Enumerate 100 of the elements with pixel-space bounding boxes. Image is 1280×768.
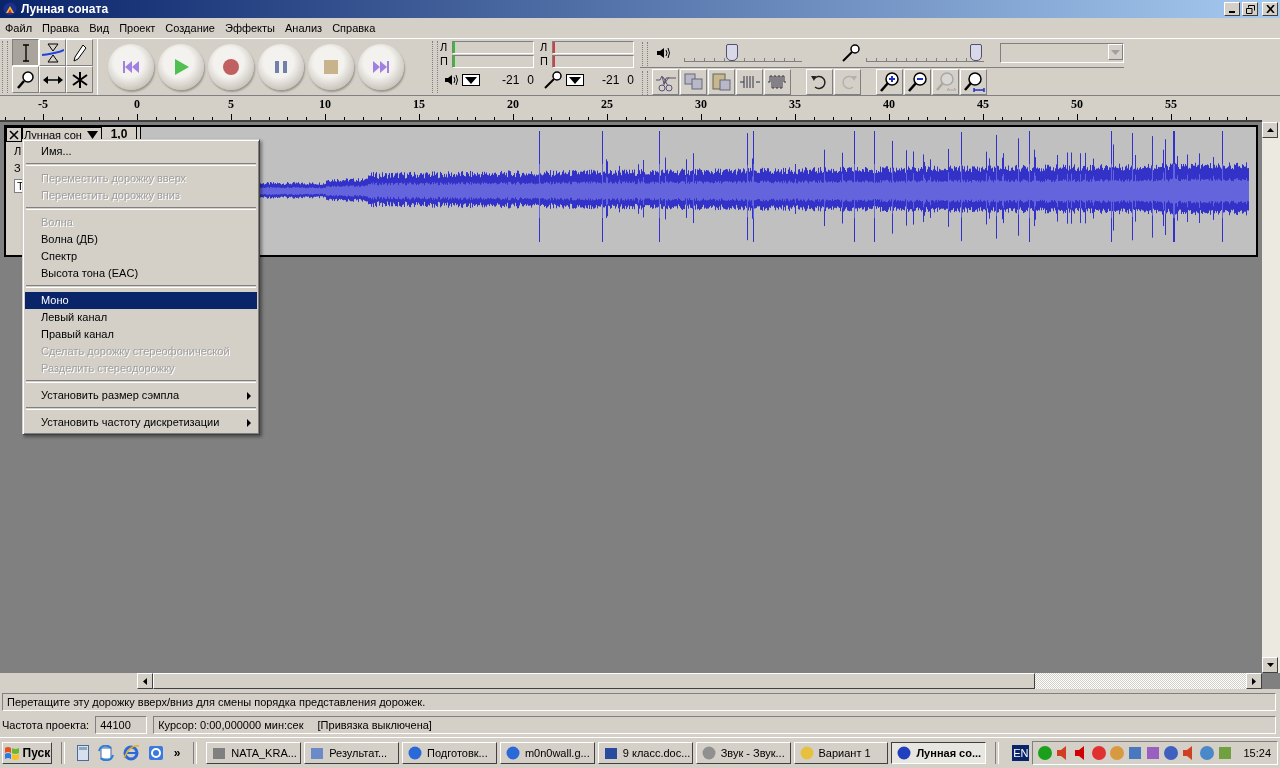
restore-button[interactable] xyxy=(1242,2,1258,16)
meter-menu-button[interactable] xyxy=(566,74,584,86)
scroll-down-icon[interactable] xyxy=(1262,657,1278,673)
envelope-icon xyxy=(41,42,64,63)
silence-button[interactable] xyxy=(736,68,763,95)
more-button[interactable]: » xyxy=(173,746,181,760)
ruler-label: 0 xyxy=(134,97,140,112)
caret-icon xyxy=(465,76,477,84)
pause-icon xyxy=(273,59,289,75)
menu-item[interactable]: Создание xyxy=(160,22,220,34)
taskbar-button[interactable]: m0n0wall.g... xyxy=(499,742,595,764)
draw-tool-button[interactable] xyxy=(66,39,93,66)
pause-button[interactable] xyxy=(258,44,304,90)
zoom-tool-button[interactable] xyxy=(12,66,39,93)
menu-item[interactable]: Спектр xyxy=(25,248,257,265)
copy-button[interactable] xyxy=(680,68,707,95)
caret-icon xyxy=(1111,49,1120,55)
menu-item[interactable]: Высота тона (EAC) xyxy=(25,265,257,282)
channel-label: Л xyxy=(440,41,449,53)
menu-item[interactable]: Эффекты xyxy=(220,22,280,34)
ruler-label: 25 xyxy=(601,97,613,112)
record-icon xyxy=(222,58,240,76)
menu-item[interactable]: Проект xyxy=(114,22,161,34)
play-icon xyxy=(172,58,190,76)
select-tool-button[interactable] xyxy=(12,39,39,66)
zoom-sel-button[interactable] xyxy=(960,68,987,95)
menu-item[interactable]: Справка xyxy=(327,22,381,34)
channel-label: П xyxy=(440,55,449,67)
menu-item[interactable]: Имя... xyxy=(25,143,257,160)
taskbar-button[interactable]: Вариант 1 xyxy=(793,742,889,764)
forward-button[interactable] xyxy=(358,44,404,90)
pencil-icon xyxy=(72,43,87,62)
menu-item[interactable]: Установить частоту дискретизации xyxy=(25,414,257,431)
taskbar-button[interactable]: Результат... xyxy=(304,742,400,764)
ruler-label: -5 xyxy=(38,97,48,112)
ruler-label: 30 xyxy=(695,97,707,112)
record-button[interactable] xyxy=(208,44,254,90)
scroll-thumb[interactable] xyxy=(153,673,1035,689)
copy-icon xyxy=(682,70,705,93)
zoom-in-icon xyxy=(878,70,901,93)
slider-thumb[interactable] xyxy=(726,44,739,61)
taskbar-button[interactable]: Звук - Звук... xyxy=(695,742,791,764)
slider-thumb[interactable] xyxy=(969,44,982,61)
menu-item[interactable]: Моно xyxy=(25,292,257,309)
project-rate-field[interactable]: 44100 xyxy=(95,716,148,734)
meter-menu-button[interactable] xyxy=(462,74,480,86)
language-indicator[interactable]: EN xyxy=(1012,745,1030,761)
microphone-icon xyxy=(842,44,860,62)
magnifier-icon xyxy=(934,70,957,93)
double-arrow-icon xyxy=(42,74,63,85)
wave-button[interactable] xyxy=(764,68,791,95)
taskbar-button[interactable]: NATA_KRA... xyxy=(206,742,302,764)
start-button[interactable]: Пуск xyxy=(2,742,52,764)
meter-scale-label: -21 xyxy=(501,73,520,87)
clock: 15:24 xyxy=(1243,747,1271,759)
flag-icon xyxy=(3,746,20,760)
input-source-dropdown[interactable] xyxy=(1000,43,1124,63)
horizontal-scrollbar[interactable] xyxy=(137,673,1262,689)
menu-item[interactable]: Анализ xyxy=(280,22,328,34)
taskbar-button[interactable]: Подготовк... xyxy=(402,742,497,764)
ruler-label: 40 xyxy=(883,97,895,112)
ruler-label: 55 xyxy=(1165,97,1177,112)
scroll-left-icon[interactable] xyxy=(137,673,153,689)
calculator-icon[interactable] xyxy=(76,745,89,761)
multi-tool-button[interactable] xyxy=(66,66,93,93)
paste-button[interactable] xyxy=(708,68,735,95)
undo-button[interactable] xyxy=(806,68,833,95)
skip-forward-icon xyxy=(372,60,390,74)
ruler-label: 15 xyxy=(413,97,425,112)
stop-icon xyxy=(323,59,339,75)
rewind-button[interactable] xyxy=(108,44,154,90)
menu-item[interactable]: Установить размер сэмпла xyxy=(25,387,257,404)
paste-icon xyxy=(710,70,733,93)
menu-item[interactable]: Вид xyxy=(84,22,115,34)
zoom-in-button[interactable] xyxy=(876,68,903,95)
minimize-button[interactable] xyxy=(1224,2,1240,16)
magnifier-icon xyxy=(962,70,985,93)
menu-item[interactable]: Правый канал xyxy=(25,326,257,343)
sync-icon[interactable] xyxy=(97,745,114,761)
cursor-position-text: Курсор: 0:00,000000 мин:сек xyxy=(158,719,304,731)
menu-item[interactable]: Волна (ДБ) xyxy=(25,231,257,248)
trim-button[interactable] xyxy=(652,68,679,95)
scroll-right-icon[interactable] xyxy=(1246,673,1262,689)
project-rate-label: Частота проекта: xyxy=(2,719,90,731)
menu-item[interactable]: Левый канал xyxy=(25,309,257,326)
taskbar-button[interactable]: Лунная со... xyxy=(891,742,987,764)
close-button[interactable] xyxy=(1262,2,1278,16)
vertical-scrollbar[interactable] xyxy=(1262,122,1280,673)
scroll-up-icon[interactable] xyxy=(1262,122,1278,138)
scrollbar-corner xyxy=(1262,673,1280,689)
envelope-tool-button[interactable] xyxy=(39,39,66,66)
zoom-out-button[interactable] xyxy=(904,68,931,95)
timeshift-tool-button[interactable] xyxy=(39,66,66,93)
asterisk-icon xyxy=(71,70,88,89)
ruler-label: 5 xyxy=(228,97,234,112)
taskbar-button[interactable]: 9 класс.doc... xyxy=(597,742,693,764)
play-button[interactable] xyxy=(158,44,204,90)
menu-item[interactable]: Файл xyxy=(0,22,38,34)
menu-item[interactable]: Правка xyxy=(37,22,85,34)
status-message: Перетащите эту дорожку вверх/вниз для смены порядка представления дорожек. xyxy=(2,693,1276,711)
